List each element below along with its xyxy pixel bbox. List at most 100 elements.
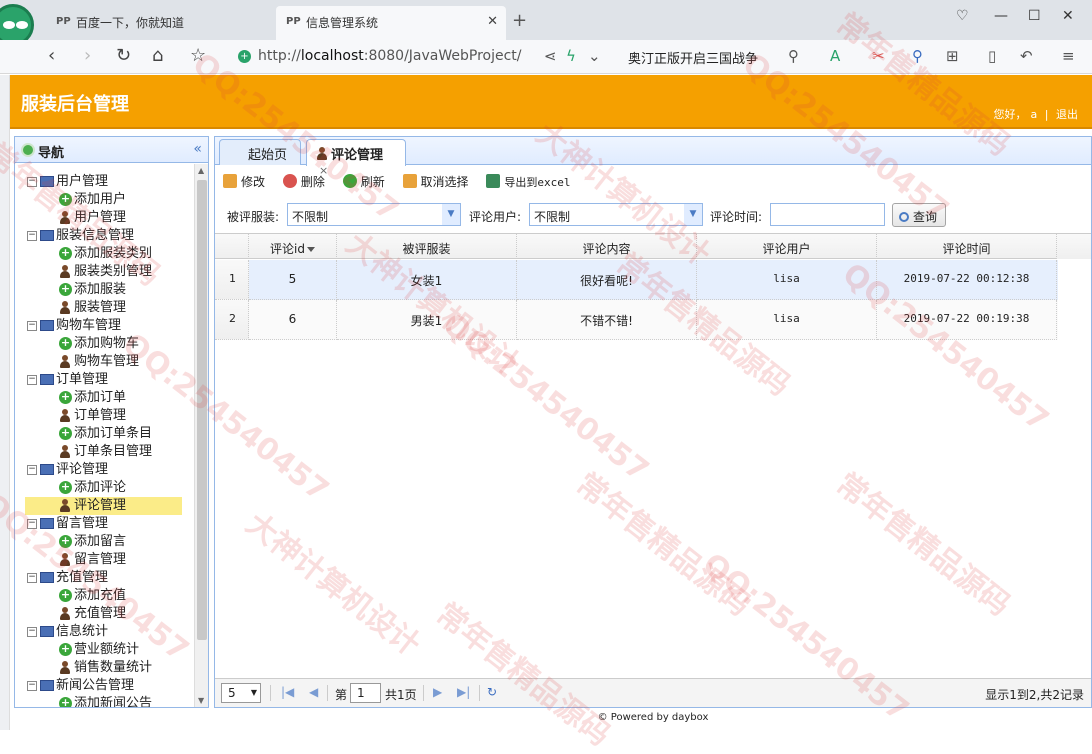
tree-item[interactable]: + 营业额统计 <box>25 641 139 659</box>
column-header[interactable]: 评论内容 <box>517 234 697 259</box>
chevron-down-icon[interactable]: ⌄ <box>588 47 601 65</box>
refresh-button[interactable]: 刷新 <box>342 173 385 190</box>
menu-icon[interactable]: ≡ <box>1062 47 1075 65</box>
collapse-toggle-icon[interactable]: − <box>27 464 37 475</box>
search-icon[interactable]: ⚲ <box>788 47 799 65</box>
clothes-filter-select[interactable]: 不限制 ▼ <box>287 203 461 226</box>
back-icon[interactable]: ‹ <box>48 45 55 66</box>
tab-comment-manage[interactable]: 评论管理× <box>306 139 406 177</box>
chevron-down-icon[interactable]: ▼ <box>684 204 702 225</box>
delete-button[interactable]: 删除 <box>282 173 325 190</box>
logout-link[interactable]: 退出 <box>1056 108 1078 121</box>
scissors-icon[interactable]: ✂ <box>872 47 885 65</box>
chevron-down-icon[interactable]: ▼ <box>442 204 460 225</box>
edit-button[interactable]: 修改 <box>223 173 265 190</box>
column-header[interactable]: 评论id <box>249 234 337 259</box>
tree-item[interactable]: + 添加评论 <box>25 479 126 497</box>
close-tab-icon[interactable]: ✕ <box>487 14 498 29</box>
tree-group[interactable]: − 用户管理 <box>27 173 108 191</box>
tree-item[interactable]: + 添加新闻公告 <box>25 695 152 707</box>
tree-item-label: 添加评论 <box>74 480 127 495</box>
collapse-toggle-icon[interactable]: − <box>27 626 37 637</box>
table-row[interactable]: 2 6 男装1 不错不错! lisa 2019-07-22 00:19:38 <box>215 300 1058 340</box>
scroll-up-icon[interactable]: ▲ <box>198 166 204 175</box>
page-number-input[interactable]: 1 <box>350 683 381 703</box>
undo-close-icon[interactable]: ↶ <box>1020 47 1033 65</box>
tree-item[interactable]: + 添加充值 <box>25 587 126 605</box>
tree-item[interactable]: 服装管理 <box>25 299 126 317</box>
export-excel-button[interactable]: 导出到excel <box>486 174 571 190</box>
deselect-button[interactable]: 取消选择 <box>402 173 469 190</box>
tree-item[interactable]: + 添加留言 <box>25 533 126 551</box>
tab-start-page[interactable]: 起始页 <box>219 139 301 165</box>
phone-icon[interactable]: ▯ <box>988 47 996 65</box>
tree-group[interactable]: − 信息统计 <box>27 623 108 641</box>
collapse-toggle-icon[interactable]: − <box>27 230 37 241</box>
minimize-icon[interactable]: — <box>994 8 1008 24</box>
next-page-icon[interactable]: ▶ <box>433 685 442 699</box>
share-icon[interactable]: ⋖ <box>544 47 557 65</box>
translate-icon[interactable]: A <box>830 47 840 65</box>
tree-item[interactable]: 评论管理 <box>25 497 182 515</box>
tree-group[interactable]: − 充值管理 <box>27 569 108 587</box>
prev-page-icon[interactable]: ◀ <box>309 685 318 699</box>
tree-item[interactable]: + 添加购物车 <box>25 335 139 353</box>
column-header[interactable]: 评论用户 <box>697 234 877 259</box>
computer-icon <box>40 320 54 331</box>
column-header[interactable]: 评论时间 <box>877 234 1057 259</box>
collapse-toggle-icon[interactable]: − <box>27 680 37 691</box>
tree-item-label: 服装管理 <box>74 300 127 315</box>
tree-item[interactable]: 购物车管理 <box>25 353 139 371</box>
tree-group[interactable]: − 服装信息管理 <box>27 227 134 245</box>
tree-item[interactable]: + 添加服装类别 <box>25 245 152 263</box>
collapse-toggle-icon[interactable]: − <box>27 176 37 187</box>
browser-tab-baidu[interactable]: PP 百度一下，你就知道 <box>46 6 274 40</box>
tree-item[interactable]: 用户管理 <box>25 209 126 227</box>
new-tab-icon[interactable]: + <box>512 10 527 31</box>
bookmark-star-icon[interactable]: ☆ <box>190 45 206 66</box>
table-row[interactable]: 1 5 女装1 很好看呢! lisa 2019-07-22 00:12:38 <box>215 260 1058 300</box>
window-close-icon[interactable]: ✕ <box>1062 8 1074 24</box>
collapse-toggle-icon[interactable]: − <box>27 320 37 331</box>
tree-group[interactable]: − 新闻公告管理 <box>27 677 134 695</box>
collapse-toggle-icon[interactable]: − <box>27 518 37 529</box>
scroll-down-icon[interactable]: ▼ <box>198 696 204 705</box>
reload-icon[interactable]: ↻ <box>116 45 131 66</box>
tree-item[interactable]: 服装类别管理 <box>25 263 152 281</box>
tree-item[interactable]: 订单条目管理 <box>25 443 152 461</box>
tree-item[interactable]: + 添加服装 <box>25 281 126 299</box>
tree-group[interactable]: − 购物车管理 <box>27 317 121 335</box>
user-filter-select[interactable]: 不限制 ▼ <box>529 203 703 226</box>
browser-tab-active[interactable]: PP 信息管理系统 ✕ <box>276 6 506 40</box>
apps-grid-icon[interactable]: ⊞ <box>946 47 959 65</box>
tree-group[interactable]: − 订单管理 <box>27 371 108 389</box>
query-button[interactable]: 查询 <box>892 203 947 227</box>
page-size-select[interactable]: 5 ▼ <box>221 683 261 703</box>
maximize-icon[interactable]: ☐ <box>1028 8 1041 24</box>
scroll-thumb[interactable] <box>197 180 207 640</box>
tree-item[interactable]: 销售数量统计 <box>25 659 152 677</box>
column-header[interactable]: 被评服装 <box>337 234 517 259</box>
search-suggestion[interactable]: 奥汀正版开启三国战争 <box>628 48 758 67</box>
forward-icon[interactable]: › <box>84 45 91 66</box>
collapse-toggle-icon[interactable]: − <box>27 572 37 583</box>
tree-item[interactable]: 订单管理 <box>25 407 126 425</box>
sidebar-scrollbar[interactable]: ▲ ▼ <box>194 164 208 707</box>
reload-page-icon[interactable]: ↻ <box>487 685 497 699</box>
tree-item[interactable]: + 添加用户 <box>25 191 126 209</box>
collapse-icon[interactable]: « <box>193 141 202 157</box>
tree-item[interactable]: 留言管理 <box>25 551 126 569</box>
tree-item[interactable]: + 添加订单条目 <box>25 425 152 443</box>
tree-group[interactable]: − 评论管理 <box>27 461 108 479</box>
home-icon[interactable]: ⌂ <box>152 45 163 66</box>
first-page-icon[interactable]: |◀ <box>281 685 294 699</box>
collapse-toggle-icon[interactable]: − <box>27 374 37 385</box>
tree-item[interactable]: + 添加订单 <box>25 389 126 407</box>
tree-group[interactable]: − 留言管理 <box>27 515 108 533</box>
last-page-icon[interactable]: ▶| <box>457 685 470 699</box>
shirt-skin-icon[interactable]: ♡ <box>956 8 969 24</box>
find-icon[interactable]: ⚲ <box>912 47 923 65</box>
tree-item[interactable]: 充值管理 <box>25 605 126 623</box>
time-filter-input[interactable] <box>770 203 885 226</box>
lightning-icon[interactable]: ϟ <box>566 47 576 65</box>
